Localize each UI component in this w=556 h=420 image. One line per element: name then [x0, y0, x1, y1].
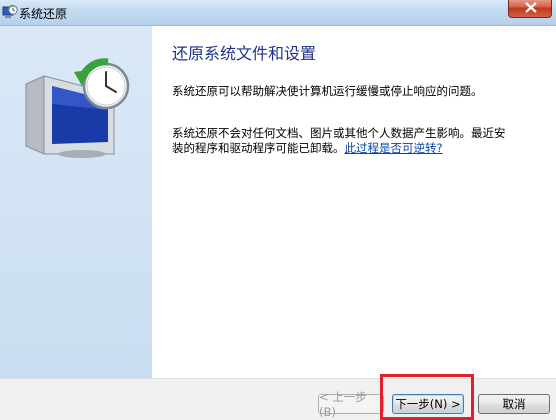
page-heading: 还原系统文件和设置 [172, 44, 317, 63]
cancel-button[interactable]: 取消 [478, 394, 550, 414]
back-button[interactable]: < 上一步(B) [318, 390, 384, 419]
system-restore-illustration [25, 58, 130, 158]
info-text: 系统还原不会对任何文档、图片或其他个人数据产生影响。最近安装的程序和驱动程序可能… [172, 126, 512, 156]
content-panel: 还原系统文件和设置 系统还原可以帮助解决使计算机运行缓慢或停止响应的问题。 系统… [152, 26, 556, 378]
title-bar[interactable]: 系统还原 [0, 0, 556, 26]
close-button[interactable] [508, 0, 552, 18]
system-restore-icon [2, 4, 18, 18]
left-panel [0, 26, 152, 378]
close-icon [525, 2, 537, 13]
reversible-link[interactable]: 此过程是否可逆转? [345, 141, 443, 155]
system-restore-window: 系统还原 还原系统文件和设置 系统还原可以帮助解决使计算机运行缓慢或停止响应的问… [0, 0, 556, 420]
info-text-body: 系统还原不会对任何文档、图片或其他个人数据产生影响。最近安装的程序和驱动程序可能… [172, 126, 506, 155]
window-title: 系统还原 [19, 7, 68, 21]
button-bar: < 上一步(B) 下一步(N) > 取消 [0, 378, 556, 420]
description-text: 系统还原可以帮助解决使计算机运行缓慢或停止响应的问题。 [172, 84, 483, 98]
next-button[interactable]: 下一步(N) > [392, 394, 464, 414]
